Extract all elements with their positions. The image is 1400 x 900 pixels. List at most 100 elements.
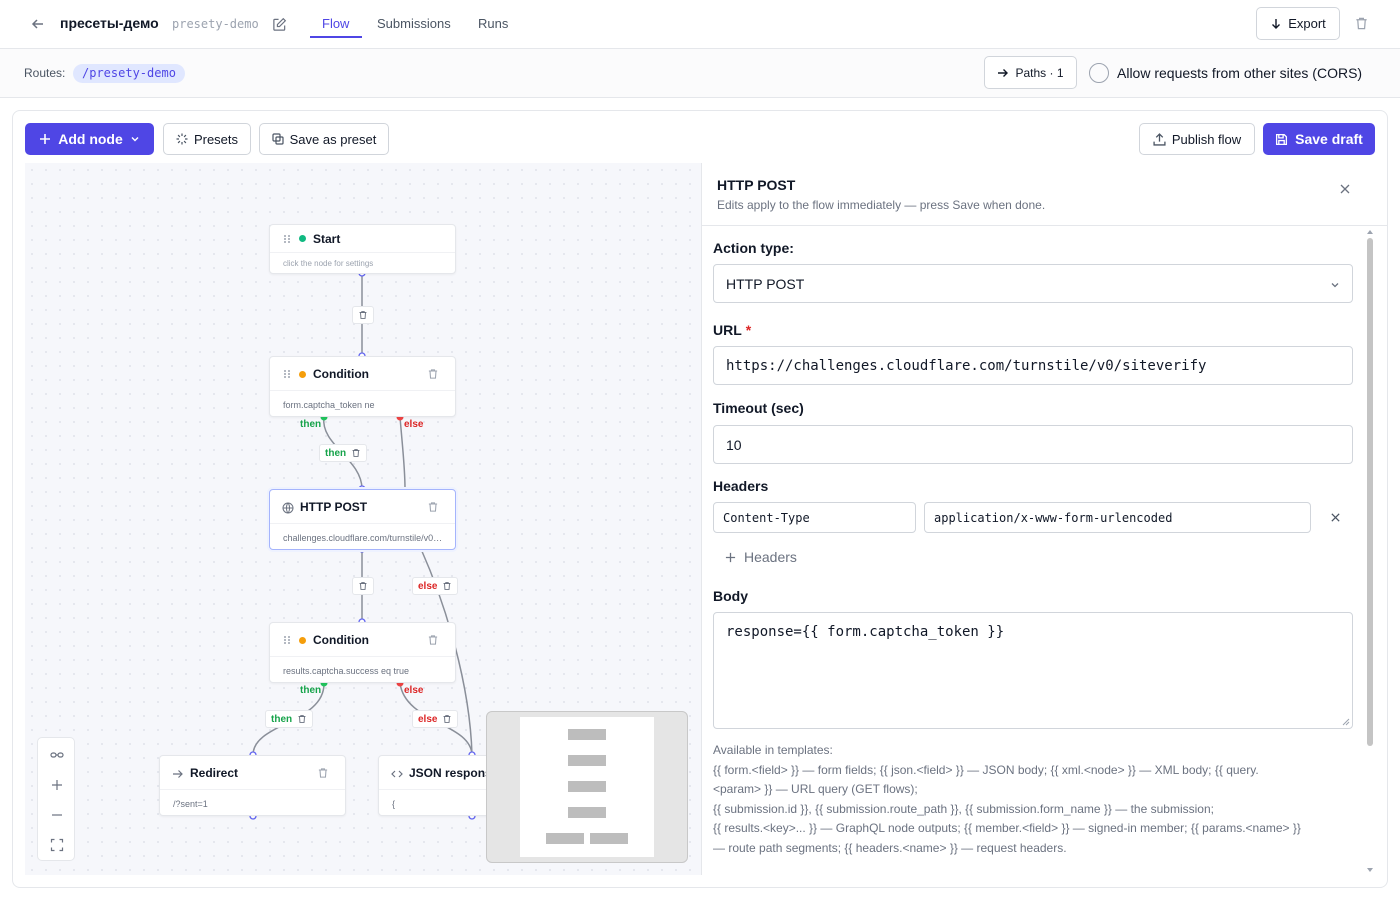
loader-icon <box>176 133 188 145</box>
back-arrow-icon[interactable] <box>30 16 46 32</box>
help-line: <param> }} — URL query (GET flows); <box>713 782 918 797</box>
fit-view-icon[interactable] <box>50 748 64 762</box>
header-value-input[interactable]: application/x-www-form-urlencoded <box>924 502 1311 533</box>
add-node-button[interactable]: Add node <box>25 123 154 155</box>
trash-icon[interactable] <box>442 714 452 724</box>
zoom-controls <box>37 737 75 861</box>
route-pill[interactable]: /presety-demo <box>73 64 185 83</box>
zoom-in-icon[interactable] <box>50 778 64 792</box>
resize-handle-icon[interactable] <box>1342 718 1350 726</box>
paths-button[interactable]: Paths · 1 <box>984 56 1077 89</box>
edge-delete-chip[interactable] <box>352 306 374 324</box>
side-panel-scrollbar[interactable] <box>1367 238 1373 746</box>
required-marker: * <box>745 322 752 338</box>
help-title: Available in templates: <box>713 743 833 757</box>
trash-icon[interactable] <box>297 714 307 724</box>
edge-delete-chip[interactable] <box>352 577 374 595</box>
presets-button[interactable]: Presets <box>163 123 251 155</box>
node-title: Redirect <box>190 766 239 780</box>
edge-else-chip[interactable]: else <box>412 577 459 595</box>
upload-icon <box>1153 132 1166 146</box>
add-header-button[interactable]: Headers <box>725 549 797 565</box>
timeout-label: Timeout (sec) <box>713 400 804 416</box>
trash-icon[interactable] <box>351 448 361 458</box>
node-http-post[interactable]: HTTP POST challenges.cloudflare.com/turn… <box>269 489 456 550</box>
trash-icon[interactable] <box>317 767 329 779</box>
zoom-out-icon[interactable] <box>50 808 64 822</box>
save-as-preset-button[interactable]: Save as preset <box>259 123 389 155</box>
help-line: {{ submission.id }}, {{ submission.route… <box>713 801 1214 816</box>
save-draft-button[interactable]: Save draft <box>1263 123 1375 155</box>
node-subtitle: results.captcha.success eq true <box>283 666 410 676</box>
fullscreen-icon[interactable] <box>50 838 64 852</box>
trash-icon[interactable] <box>427 501 439 513</box>
globe-icon <box>282 502 294 514</box>
drag-handle-icon[interactable] <box>283 369 291 379</box>
edge-then-chip[interactable]: then <box>319 444 368 462</box>
minimap-node <box>568 729 606 740</box>
node-start[interactable]: Start click the node for settings <box>269 224 456 274</box>
node-title: Condition <box>313 633 369 647</box>
headers-label: Headers <box>713 478 769 494</box>
body-textarea[interactable]: response={{ form.captcha_token }} <box>713 612 1353 729</box>
edge-then-chip[interactable]: then <box>265 710 314 728</box>
export-button[interactable]: Export <box>1256 7 1340 40</box>
node-condition-2[interactable]: Condition results.captcha.success eq tru… <box>269 622 456 683</box>
status-dot <box>299 235 306 242</box>
timeout-input[interactable]: 10 <box>713 425 1353 464</box>
cors-checkbox[interactable] <box>1089 63 1109 83</box>
presets-label: Presets <box>193 131 239 147</box>
node-redirect[interactable]: Redirect /?sent=1 <box>159 755 346 816</box>
add-node-label: Add node <box>58 131 123 147</box>
arrow-down-icon <box>1270 18 1282 30</box>
edit-icon[interactable] <box>272 17 287 32</box>
node-subtitle: click the node for settings <box>283 259 374 268</box>
tab-flow[interactable]: Flow <box>322 16 349 31</box>
close-icon[interactable] <box>1339 183 1351 195</box>
scroll-up-icon[interactable] <box>1366 229 1374 235</box>
url-input[interactable]: https://challenges.cloudflare.com/turnst… <box>713 346 1353 385</box>
node-title: HTTP POST <box>300 500 368 514</box>
save-draft-label: Save draft <box>1295 131 1363 147</box>
remove-header-icon[interactable] <box>1330 512 1341 523</box>
node-condition-1[interactable]: Condition form.captcha_token ne <box>269 356 456 417</box>
minimap[interactable] <box>486 711 688 863</box>
header-key-value: Content-Type <box>723 510 810 525</box>
trash-icon[interactable] <box>358 581 368 591</box>
trash-icon[interactable] <box>427 368 439 380</box>
chevron-down-icon <box>1330 280 1340 290</box>
tab-submissions[interactable]: Submissions <box>377 16 451 31</box>
tab-runs[interactable]: Runs <box>478 16 508 31</box>
action-type-select[interactable]: HTTP POST <box>713 264 1353 303</box>
publish-flow-label: Publish flow <box>1171 131 1242 147</box>
node-header <box>270 225 455 253</box>
drag-handle-icon[interactable] <box>283 234 291 244</box>
trash-icon[interactable] <box>358 310 368 320</box>
trash-icon[interactable] <box>427 634 439 646</box>
save-icon <box>1275 133 1288 146</box>
save-as-preset-label: Save as preset <box>289 131 377 147</box>
arrow-right-icon <box>997 67 1009 79</box>
url-value: https://challenges.cloudflare.com/turnst… <box>726 357 1207 374</box>
cors-label[interactable]: Allow requests from other sites (CORS) <box>1117 65 1362 81</box>
edge-chip-label: else <box>418 580 438 592</box>
edge-else-chip[interactable]: else <box>412 710 459 728</box>
body-label: Body <box>713 588 748 604</box>
flow-canvas[interactable]: Start click the node for settings Condit… <box>25 163 701 875</box>
then-port-label: then <box>300 419 322 430</box>
status-dot <box>299 371 306 378</box>
minimap-node <box>568 807 606 818</box>
action-type-label: Action type: <box>713 240 794 256</box>
help-line: {{ results.<key>... }} — GraphQL node ou… <box>713 821 1301 836</box>
header-key-input[interactable]: Content-Type <box>713 502 916 533</box>
edge-chip-label: then <box>325 447 347 459</box>
drag-handle-icon[interactable] <box>283 635 291 645</box>
help-line: {{ form.<field> }} — form fields; {{ jso… <box>713 762 1259 777</box>
delete-flow-icon[interactable] <box>1354 16 1369 31</box>
trash-icon[interactable] <box>442 581 452 591</box>
plus-icon <box>725 552 736 563</box>
scroll-down-icon[interactable] <box>1366 867 1374 873</box>
else-port-label: else <box>404 419 424 430</box>
node-subtitle: form.captcha_token ne <box>283 400 375 410</box>
publish-flow-button[interactable]: Publish flow <box>1139 123 1255 155</box>
